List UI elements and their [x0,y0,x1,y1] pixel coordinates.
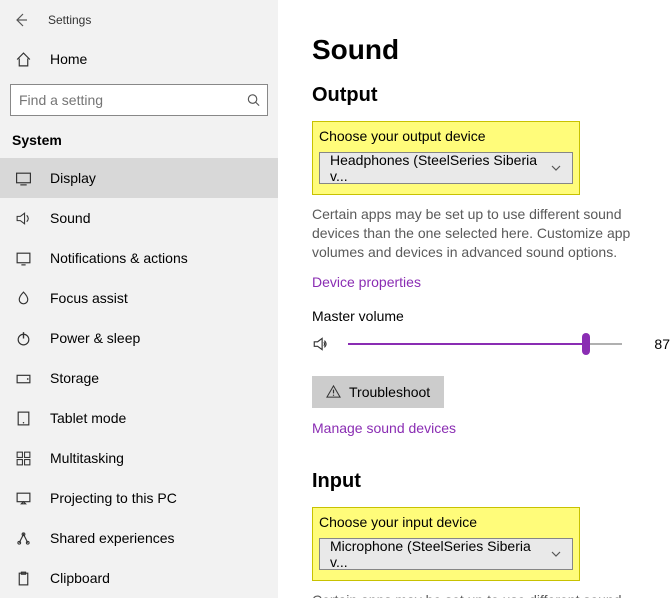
sidebar-item-label: Power & sleep [50,330,140,346]
app-title: Settings [48,13,91,27]
sidebar-item-multitasking[interactable]: Multitasking [0,438,278,478]
focus-assist-icon [12,290,34,307]
sidebar: Settings Home System Display Sound Notif… [0,0,278,598]
sidebar-item-label: Multitasking [50,450,124,466]
output-device-selected: Headphones (SteelSeries Siberia v... [330,152,550,184]
volume-value: 87 [636,336,670,352]
slider-fill [348,343,586,345]
sidebar-item-label: Storage [50,370,99,386]
input-description: Certain apps may be set up to use differ… [312,591,670,598]
page-title: Sound [312,34,670,66]
shared-icon [12,530,34,547]
sidebar-item-shared-experiences[interactable]: Shared experiences [0,518,278,558]
sidebar-item-clipboard[interactable]: Clipboard [0,558,278,598]
search-box[interactable] [10,84,268,116]
storage-icon [12,370,34,387]
home-label: Home [50,51,87,67]
sidebar-item-label: Sound [50,210,90,226]
input-heading: Input [312,470,670,493]
output-description: Certain apps may be set up to use differ… [312,205,670,262]
sidebar-item-label: Display [50,170,96,186]
search-icon [246,93,261,108]
output-heading: Output [312,84,670,107]
speaker-icon[interactable] [312,335,334,353]
sidebar-item-label: Notifications & actions [50,250,188,266]
sidebar-item-sound[interactable]: Sound [0,198,278,238]
sidebar-item-storage[interactable]: Storage [0,358,278,398]
sidebar-item-label: Clipboard [50,570,110,586]
output-device-dropdown[interactable]: Headphones (SteelSeries Siberia v... [319,152,573,184]
sidebar-section-header: System [0,116,278,158]
multitasking-icon [12,450,34,467]
sidebar-item-focus-assist[interactable]: Focus assist [0,278,278,318]
power-icon [12,330,34,347]
volume-slider[interactable] [348,334,622,354]
back-button[interactable] [8,7,34,33]
troubleshoot-button[interactable]: Troubleshoot [312,376,444,408]
sidebar-item-display[interactable]: Display [0,158,278,198]
titlebar: Settings [0,6,278,34]
back-arrow-icon [13,12,29,28]
home-icon [12,51,34,68]
manage-sound-devices-link[interactable]: Manage sound devices [312,420,456,436]
output-choose-label: Choose your output device [319,128,573,144]
input-device-selected: Microphone (SteelSeries Siberia v... [330,538,550,570]
master-volume-label: Master volume [312,308,670,324]
main-content: Sound Output Choose your output device H… [278,0,670,598]
search-input[interactable] [11,85,233,115]
warning-icon [326,384,341,399]
output-device-highlight: Choose your output device Headphones (St… [312,121,580,195]
nav-list: Display Sound Notifications & actions Fo… [0,158,278,598]
input-choose-label: Choose your input device [319,514,573,530]
sidebar-item-label: Projecting to this PC [50,490,177,506]
sidebar-item-power-sleep[interactable]: Power & sleep [0,318,278,358]
notifications-icon [12,250,34,267]
sound-icon [12,210,34,227]
device-properties-link[interactable]: Device properties [312,274,421,290]
sidebar-item-label: Shared experiences [50,530,175,546]
sidebar-item-projecting[interactable]: Projecting to this PC [0,478,278,518]
sidebar-item-label: Focus assist [50,290,128,306]
sidebar-item-tablet-mode[interactable]: Tablet mode [0,398,278,438]
input-device-dropdown[interactable]: Microphone (SteelSeries Siberia v... [319,538,573,570]
home-nav[interactable]: Home [0,40,278,78]
chevron-down-icon [550,162,562,174]
clipboard-icon [12,570,34,587]
search-container [0,78,278,116]
troubleshoot-label: Troubleshoot [349,384,430,400]
projecting-icon [12,490,34,507]
input-device-highlight: Choose your input device Microphone (Ste… [312,507,580,581]
display-icon [12,170,34,187]
chevron-down-icon [550,548,562,560]
tablet-icon [12,410,34,427]
sidebar-item-notifications[interactable]: Notifications & actions [0,238,278,278]
slider-thumb[interactable] [582,333,590,355]
sidebar-item-label: Tablet mode [50,410,126,426]
volume-slider-row: 87 [312,334,670,354]
